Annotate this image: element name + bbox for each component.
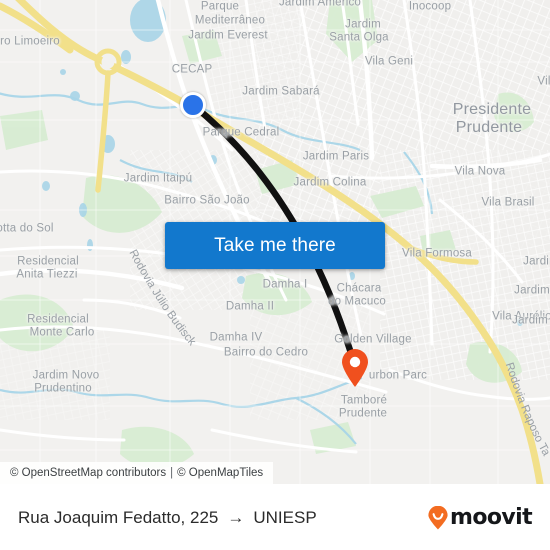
attribution-osm[interactable]: © OpenStreetMap contributors — [10, 467, 166, 479]
route-destination-label: UNIESP — [253, 507, 317, 527]
map-attribution: © OpenStreetMap contributors | © OpenMap… — [0, 462, 274, 484]
moovit-pin-icon — [428, 505, 448, 529]
moovit-wordmark: moovit — [450, 505, 533, 530]
route-origin-label: Rua Joaquim Fedatto, 225 — [18, 507, 219, 527]
route-summary: Rua Joaquim Fedatto, 225 → UNIESP — [18, 508, 317, 528]
origin-dot-marker[interactable] — [180, 92, 206, 118]
take-me-there-button[interactable]: Take me there — [165, 222, 385, 269]
arrow-right-icon: → — [227, 507, 245, 527]
attribution-tiles[interactable]: © OpenMapTiles — [177, 467, 263, 479]
moovit-logo[interactable]: moovit — [427, 505, 533, 530]
map-canvas[interactable]: Rodovia Júlio Budisck Rodovia Raposo Tav… — [0, 0, 550, 484]
attribution-separator: | — [170, 467, 174, 479]
destination-pin-marker[interactable] — [340, 348, 370, 388]
map-pin-icon — [342, 349, 368, 387]
route-footer-bar: Rua Joaquim Fedatto, 225 → UNIESP moovit — [0, 484, 550, 550]
moovit-route-widget: Rodovia Júlio Budisck Rodovia Raposo Tav… — [0, 0, 550, 550]
